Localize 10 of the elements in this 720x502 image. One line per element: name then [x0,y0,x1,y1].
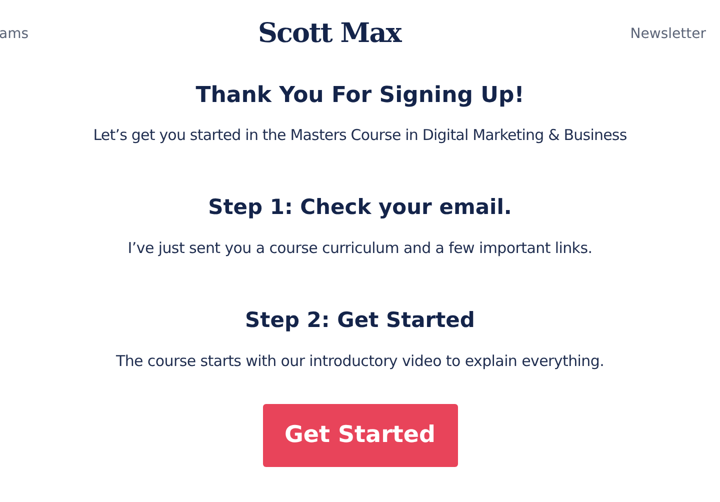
step-text: I’ve just sent you a course curriculum and a few important links. [128,238,592,259]
nav-link[interactable]: ams [0,24,29,44]
nav-link[interactable]: Newsletter [630,24,706,44]
step-heading: Step 2: Get Started [245,306,475,334]
page-title: Thank You For Signing Up! [196,82,524,110]
subtitle: Let’s get you started in the Masters Course in Digital Marketing & Business [93,125,627,146]
logo[interactable]: Scott Max [258,14,401,54]
step-heading: Step 1: Check your email. [208,194,512,220]
get-started-button[interactable]: Get Started [262,404,458,466]
step-text: The course starts with our introductory video to explain everything. [116,351,604,372]
